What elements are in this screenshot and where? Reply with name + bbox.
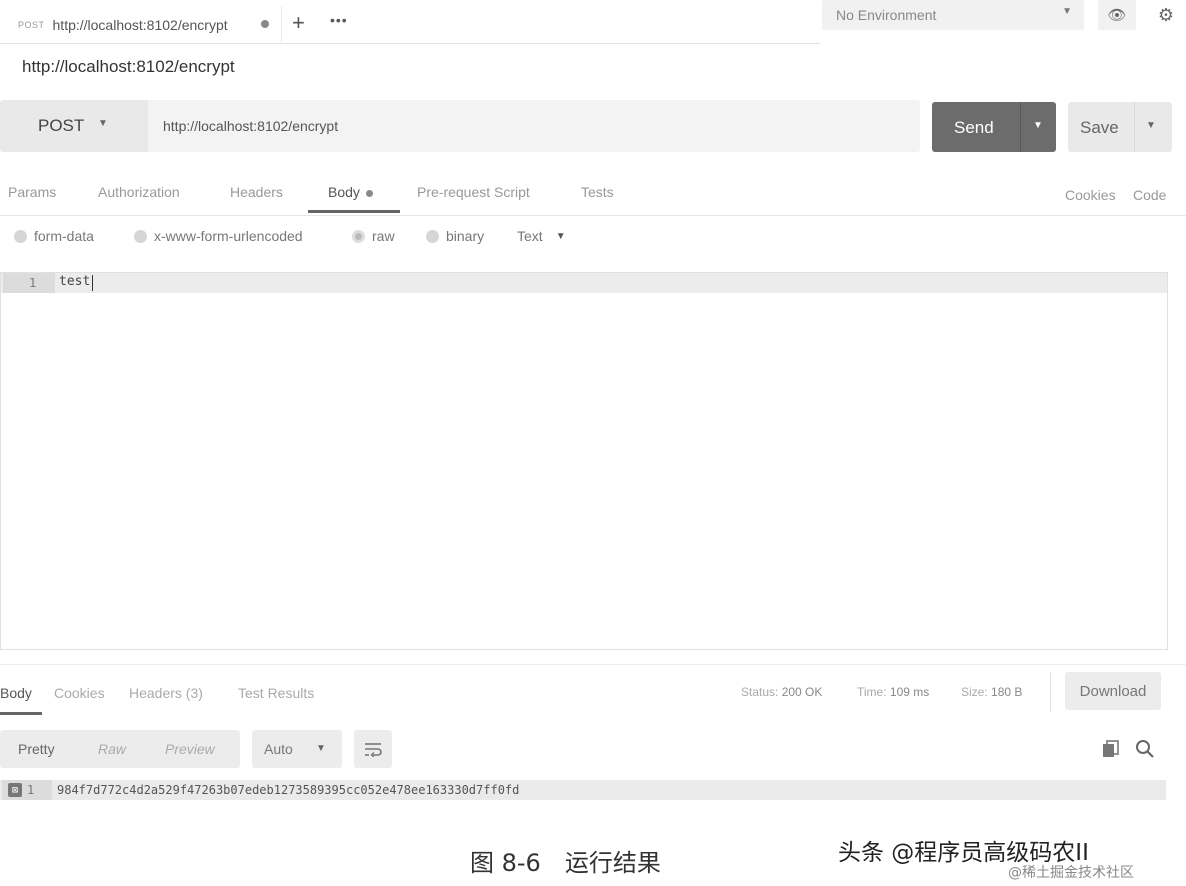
url-input[interactable]	[148, 100, 920, 152]
manage-environments-button[interactable]: ⚙	[1146, 0, 1186, 30]
new-tab-plus-icon[interactable]: +	[292, 10, 305, 36]
response-gutter: ⊠ 1	[2, 780, 52, 800]
method-select[interactable]: POST ▼	[0, 100, 148, 152]
response-tab-headers[interactable]: Headers (3)	[129, 685, 203, 701]
environment-label: No Environment	[836, 7, 937, 23]
radio-urlencoded[interactable]: x-www-form-urlencoded	[134, 228, 303, 244]
method-label: POST	[38, 116, 85, 135]
more-tabs-icon[interactable]: •••	[330, 12, 348, 28]
tab-tests[interactable]: Tests	[581, 184, 614, 200]
request-tab[interactable]: POST http://localhost:8102/encrypt	[0, 6, 282, 44]
save-label: Save	[1080, 118, 1119, 137]
eye-icon: 👁	[1107, 7, 1127, 24]
active-tab-indicator	[308, 210, 400, 213]
size-value: 180 B	[991, 685, 1023, 699]
time-value: 109 ms	[889, 685, 930, 699]
send-divider	[1020, 102, 1021, 152]
wrap-lines-button[interactable]	[354, 730, 392, 768]
tab-url-label: http://localhost:8102/encrypt	[52, 17, 228, 33]
figure-caption: 图 8-6 运行结果	[470, 849, 661, 877]
response-line-number: 1	[27, 783, 35, 797]
unsaved-dot-icon	[261, 20, 269, 28]
view-preview-button[interactable]: Preview	[165, 741, 215, 757]
save-divider	[1134, 102, 1135, 152]
radio-binary-label: binary	[446, 228, 485, 244]
send-button[interactable]: Send ▼	[932, 102, 1056, 152]
environment-select[interactable]: No Environment ▼	[822, 0, 1084, 30]
raw-format-label: Text	[517, 228, 543, 244]
response-time: Time: 109 ms	[857, 685, 929, 699]
radio-raw[interactable]: raw	[352, 228, 395, 244]
radio-icon	[134, 229, 147, 243]
view-pretty-button[interactable]: Pretty	[18, 741, 55, 757]
view-mode-segment: Pretty Raw Preview	[0, 730, 240, 768]
response-body-content[interactable]: 984f7d772c4d2a529f47263b07edeb1273589395…	[57, 783, 519, 797]
text-cursor	[92, 275, 93, 291]
radio-icon	[426, 229, 439, 243]
response-status: Status: 200 OK	[741, 685, 822, 699]
gear-icon: ⚙	[1157, 4, 1175, 25]
body-type-options: form-data x-www-form-urlencoded raw bina…	[0, 228, 600, 252]
request-body-editor[interactable]: 1 test	[0, 272, 1168, 650]
watermark-sub: @稀土掘金技术社区	[1008, 865, 1134, 881]
copy-icon[interactable]	[1102, 740, 1120, 758]
send-label: Send	[954, 118, 994, 137]
tab-headers[interactable]: Headers	[230, 184, 283, 200]
active-response-tab-indicator	[0, 712, 42, 715]
editor-content[interactable]: test	[59, 274, 90, 289]
download-button[interactable]: Download	[1065, 672, 1161, 710]
status-value: 200 OK	[781, 685, 823, 699]
search-icon[interactable]	[1135, 739, 1155, 759]
radio-form-data-label: form-data	[34, 228, 94, 244]
radio-binary[interactable]: binary	[426, 228, 484, 244]
active-line-highlight	[1, 273, 1167, 293]
radio-selected-icon	[352, 229, 365, 243]
response-tab-cookies[interactable]: Cookies	[54, 685, 105, 701]
view-raw-button[interactable]: Raw	[98, 741, 126, 757]
response-tab-body[interactable]: Body	[0, 685, 32, 701]
save-button[interactable]: Save ▼	[1068, 102, 1172, 152]
response-tab-test-results[interactable]: Test Results	[238, 685, 314, 701]
radio-raw-label: raw	[372, 228, 395, 244]
chevron-down-icon: ▼	[98, 118, 108, 129]
tab-body-label: Body	[328, 184, 360, 200]
tab-prerequest-script[interactable]: Pre-request Script	[417, 184, 530, 200]
wrap-lines-icon	[365, 743, 382, 757]
tab-body[interactable]: Body	[328, 184, 373, 200]
tab-authorization[interactable]: Authorization	[98, 184, 180, 200]
format-select[interactable]: Auto ▼	[252, 730, 342, 768]
chevron-down-icon: ▼	[555, 230, 566, 242]
radio-icon	[14, 229, 27, 243]
format-label: Auto	[264, 741, 293, 757]
raw-format-select[interactable]: Text ▼	[517, 228, 566, 244]
environment-quick-look-button[interactable]: 👁	[1098, 0, 1136, 30]
code-link[interactable]: Code	[1133, 187, 1166, 203]
tab-method-label: POST	[18, 20, 45, 30]
radio-urlencoded-label: x-www-form-urlencoded	[154, 228, 303, 244]
request-title[interactable]: http://localhost:8102/encrypt	[22, 57, 235, 77]
line-number: 1	[3, 273, 55, 293]
radio-form-data[interactable]: form-data	[14, 228, 94, 244]
time-label: Time:	[857, 685, 887, 699]
size-label: Size:	[961, 685, 988, 699]
chevron-down-icon: ▼	[1062, 6, 1072, 17]
fold-icon[interactable]: ⊠	[8, 783, 22, 797]
response-size: Size: 180 B	[961, 685, 1022, 699]
divider	[1050, 672, 1051, 712]
body-modified-dot-icon	[365, 189, 373, 197]
save-options-chevron-icon[interactable]: ▼	[1146, 120, 1156, 131]
cookies-link[interactable]: Cookies	[1065, 187, 1116, 203]
response-tabs: Body Cookies Headers (3) Test Results St…	[0, 664, 1186, 716]
request-tabs: Params Authorization Headers Body Pre-re…	[0, 164, 1186, 216]
tab-params[interactable]: Params	[8, 184, 56, 200]
send-options-chevron-icon[interactable]: ▼	[1033, 120, 1043, 131]
chevron-down-icon: ▼	[316, 743, 326, 754]
status-label: Status:	[741, 685, 779, 699]
